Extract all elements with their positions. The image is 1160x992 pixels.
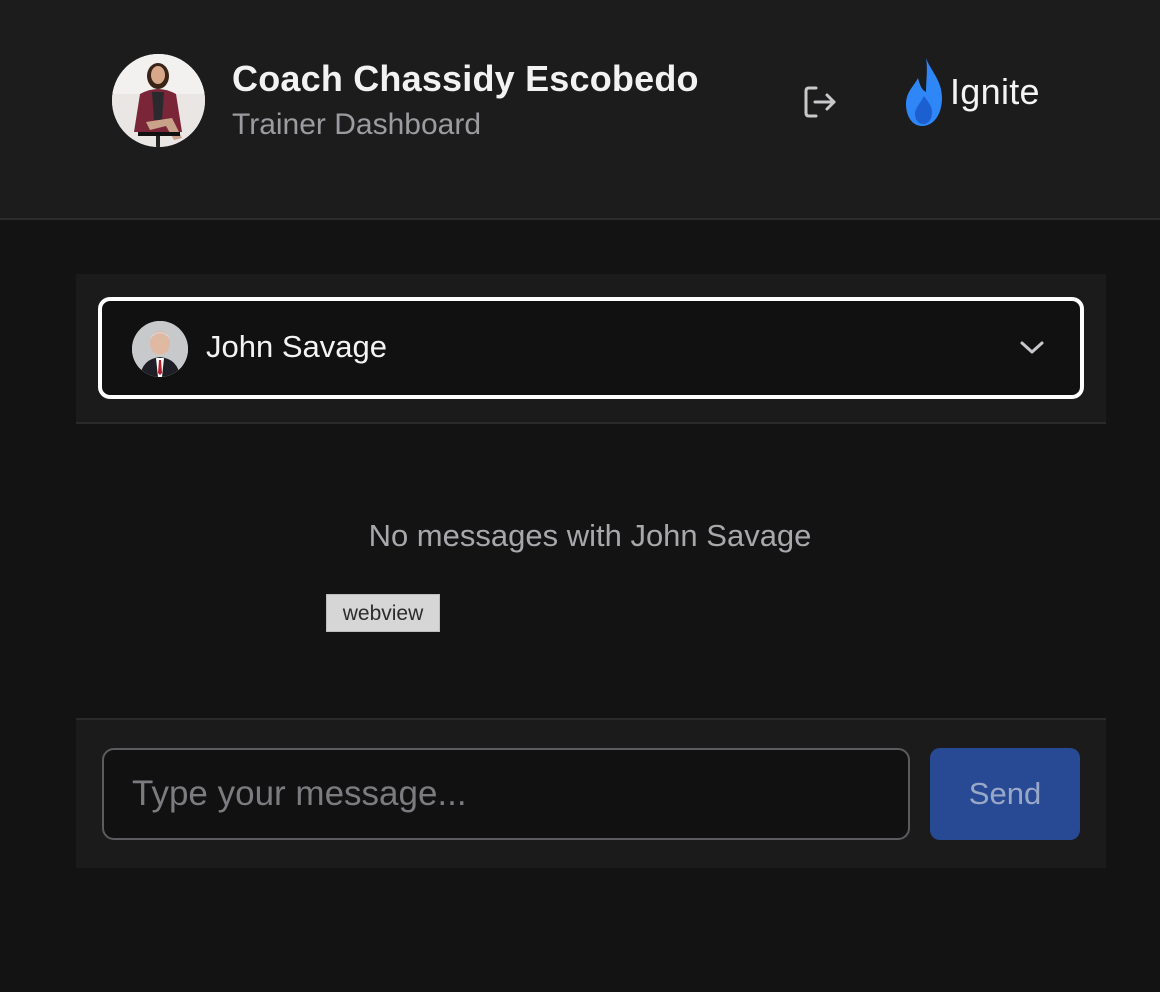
client-select-dropdown[interactable]: John Savage — [98, 297, 1084, 399]
ignite-logo: Ignite — [904, 56, 1040, 128]
message-input[interactable] — [102, 748, 910, 840]
message-composer: Send — [76, 718, 1106, 868]
client-selector-panel: John Savage — [76, 274, 1106, 424]
flame-icon — [906, 58, 942, 126]
selected-client-name: John Savage — [206, 329, 387, 364]
client-avatar — [132, 321, 188, 377]
webview-debug-tag: webview — [326, 594, 440, 632]
logout-icon — [804, 86, 836, 118]
empty-messages-text: No messages with John Savage — [368, 518, 812, 553]
logo-text: Ignite — [950, 71, 1040, 112]
dashboard-header: Coach Chassidy Escobedo Trainer Dashboar… — [0, 0, 1160, 220]
trainer-avatar — [112, 54, 205, 147]
send-button[interactable]: Send — [930, 748, 1080, 840]
page-subtitle: Trainer Dashboard — [232, 108, 482, 141]
chevron-down-icon — [1020, 341, 1044, 354]
trainer-name: Coach Chassidy Escobedo — [232, 58, 699, 99]
logout-button[interactable] — [800, 82, 840, 122]
